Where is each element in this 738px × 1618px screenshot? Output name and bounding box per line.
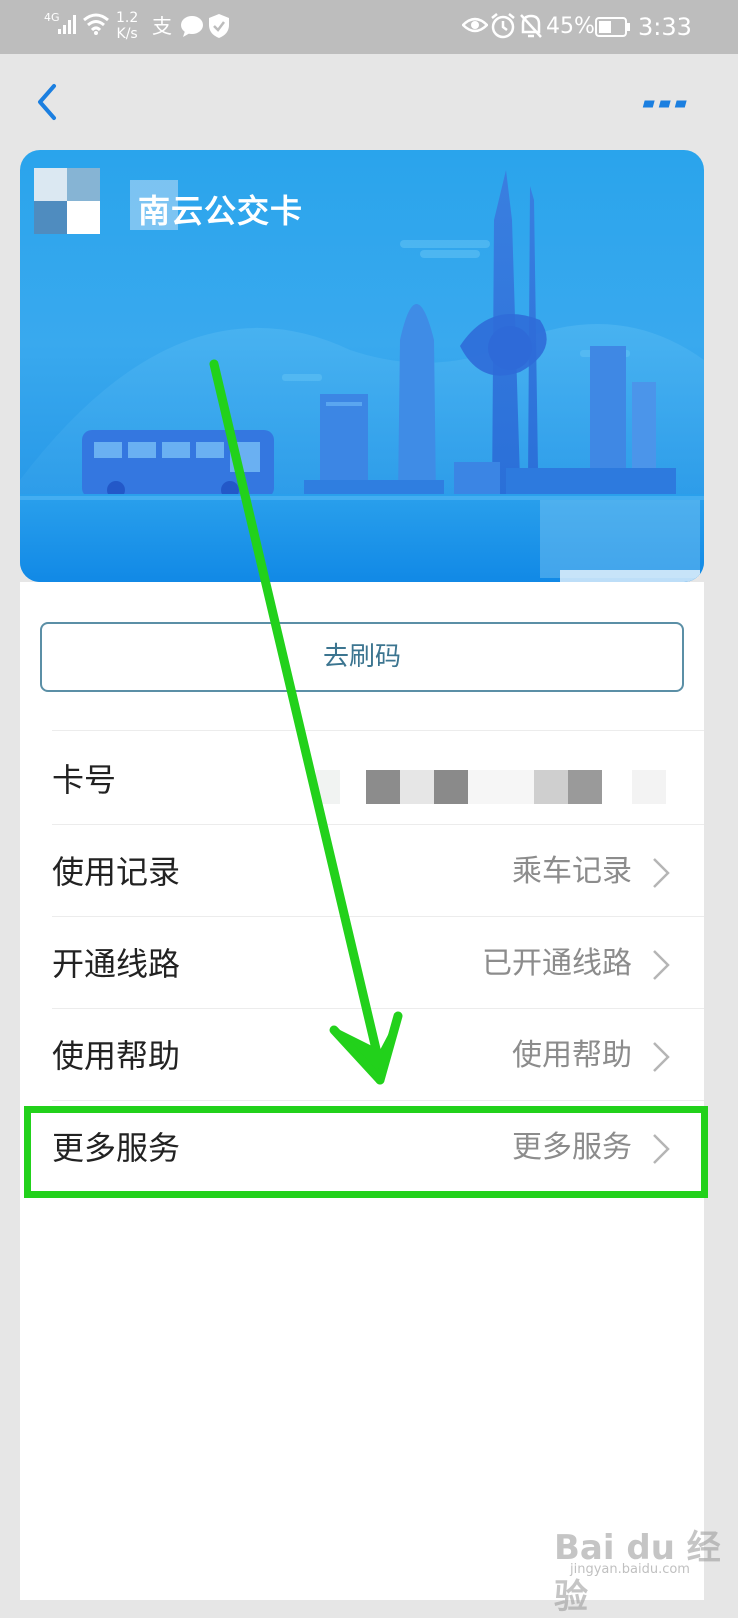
shield-icon xyxy=(207,13,231,43)
watermark-url: jingyan.baidu.com xyxy=(570,1562,690,1577)
back-button[interactable] xyxy=(30,80,70,124)
battery-percent: 45% xyxy=(546,14,595,39)
signal-icon xyxy=(58,13,78,39)
scan-code-button[interactable]: 去刷码 xyxy=(40,622,684,692)
clock-time: 3:33 xyxy=(638,13,692,41)
chevron-right-icon xyxy=(653,1134,670,1164)
card-number-row: 卡号 xyxy=(20,734,704,826)
more-services-value: 更多服务 xyxy=(512,1130,632,1165)
network-speed: 1.2 K/s xyxy=(116,10,138,42)
card-logo-icon xyxy=(34,168,100,234)
chevron-right-icon xyxy=(653,950,670,980)
bell-off-icon xyxy=(518,12,544,44)
more-services-row[interactable]: 更多服务 更多服务 xyxy=(20,1102,704,1194)
more-services-label: 更多服务 xyxy=(52,1129,181,1167)
speed-value: 1.2 xyxy=(116,10,139,26)
usage-help-value: 使用帮助 xyxy=(512,1038,632,1073)
usage-help-label: 使用帮助 xyxy=(52,1037,181,1075)
divider xyxy=(52,1100,704,1101)
eye-icon xyxy=(461,15,489,39)
speed-unit: K/s xyxy=(116,26,138,42)
chevron-right-icon xyxy=(653,858,670,888)
chat-icon xyxy=(180,14,204,42)
divider xyxy=(52,730,704,731)
usage-records-label: 使用记录 xyxy=(52,853,181,891)
usage-records-row[interactable]: 使用记录 乘车记录 xyxy=(20,826,704,918)
chevron-right-icon xyxy=(653,1042,670,1072)
alarm-icon xyxy=(490,12,516,44)
status-bar: 4G 1.2 K/s 支 45% 3:33 xyxy=(0,0,738,54)
card-title: 南云公交卡 xyxy=(138,192,304,230)
more-dots-icon xyxy=(642,100,687,108)
chevron-left-icon xyxy=(38,84,56,120)
divider xyxy=(52,916,704,917)
divider xyxy=(52,1008,704,1009)
transit-card: 南云公交卡 xyxy=(20,150,704,582)
divider xyxy=(52,824,704,825)
enabled-routes-value: 已开通线路 xyxy=(482,946,632,981)
city-skyline-illustration xyxy=(20,170,704,582)
usage-help-row[interactable]: 使用帮助 使用帮助 xyxy=(20,1010,704,1102)
wifi-icon xyxy=(82,12,110,40)
enabled-routes-row[interactable]: 开通线路 已开通线路 xyxy=(20,918,704,1010)
battery-icon xyxy=(595,17,631,41)
enabled-routes-label: 开通线路 xyxy=(52,945,181,983)
card-number-label: 卡号 xyxy=(52,761,117,799)
ride-records-value: 乘车记录 xyxy=(512,854,632,889)
alipay-icon: 支 xyxy=(152,14,172,38)
more-button[interactable] xyxy=(640,88,696,118)
